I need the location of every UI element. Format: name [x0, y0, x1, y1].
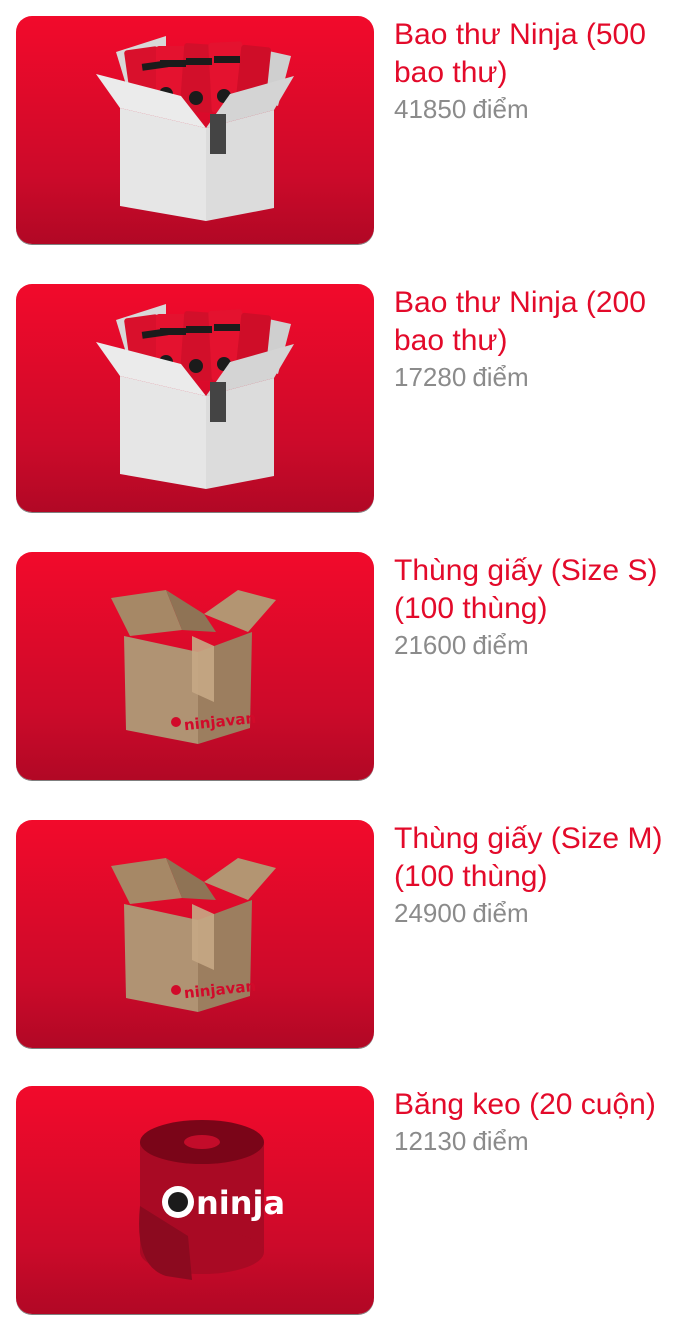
reward-image[interactable]: ninjavan — [16, 552, 374, 780]
reward-info: Thùng giấy (Size S) (100 thùng) 21600 điể… — [394, 552, 694, 660]
points-value: 12130 — [394, 1126, 467, 1156]
reward-item[interactable]: Bao thư Ninja (500 bao thư) 41850 điểm — [0, 16, 698, 246]
reward-item[interactable]: ninjavan Thùng giấy (Size S) (100 thùng)… — [0, 552, 698, 782]
reward-item[interactable]: Bao thư Ninja (200 bao thư) 17280 điểm — [0, 284, 698, 514]
reward-info: Băng keo (20 cuộn) 12130 điểm — [394, 1086, 694, 1156]
reward-points: 41850 điểm — [394, 94, 694, 124]
points-value: 41850 — [394, 94, 467, 124]
envelope-box-icon — [96, 304, 294, 489]
points-unit: điểm — [472, 630, 529, 660]
reward-image[interactable]: ninjavan — [16, 820, 374, 1048]
reward-points: 17280 điểm — [394, 362, 694, 392]
reward-title[interactable]: Bao thư Ninja (200 bao thư) — [394, 284, 694, 360]
cardboard-box-icon: ninjavan — [111, 858, 276, 1012]
points-unit: điểm — [472, 362, 529, 392]
points-value: 17280 — [394, 362, 467, 392]
reward-item[interactable]: ninja Băng keo (20 cuộn) 12130 điểm — [0, 1086, 698, 1316]
reward-points: 24900 điểm — [394, 898, 694, 928]
reward-info: Bao thư Ninja (200 bao thư) 17280 điểm — [394, 284, 694, 392]
points-unit: điểm — [472, 898, 529, 928]
rewards-list: Bao thư Ninja (500 bao thư) 41850 điểm B… — [0, 0, 698, 1330]
reward-title[interactable]: Thùng giấy (Size S) (100 thùng) — [394, 552, 694, 628]
envelope-box-icon — [96, 36, 294, 221]
reward-image[interactable] — [16, 16, 374, 244]
reward-image[interactable]: ninja — [16, 1086, 374, 1314]
points-unit: điểm — [472, 94, 529, 124]
reward-image[interactable] — [16, 284, 374, 512]
points-unit: điểm — [472, 1126, 529, 1156]
tape-brand-label: ninja — [196, 1184, 285, 1222]
reward-points: 12130 điểm — [394, 1126, 694, 1156]
reward-info: Thùng giấy (Size M) (100 thùng) 24900 điể… — [394, 820, 694, 928]
reward-title[interactable]: Bao thư Ninja (500 bao thư) — [394, 16, 694, 92]
reward-item[interactable]: ninjavan Thùng giấy (Size M) (100 thùng)… — [0, 820, 698, 1050]
reward-info: Bao thư Ninja (500 bao thư) 41850 điểm — [394, 16, 694, 124]
cardboard-box-icon: ninjavan — [111, 590, 276, 744]
reward-title[interactable]: Băng keo (20 cuộn) — [394, 1086, 694, 1124]
reward-points: 21600 điểm — [394, 630, 694, 660]
tape-roll-icon: ninja — [139, 1120, 285, 1280]
points-value: 21600 — [394, 630, 467, 660]
points-value: 24900 — [394, 898, 467, 928]
reward-title[interactable]: Thùng giấy (Size M) (100 thùng) — [394, 820, 694, 896]
